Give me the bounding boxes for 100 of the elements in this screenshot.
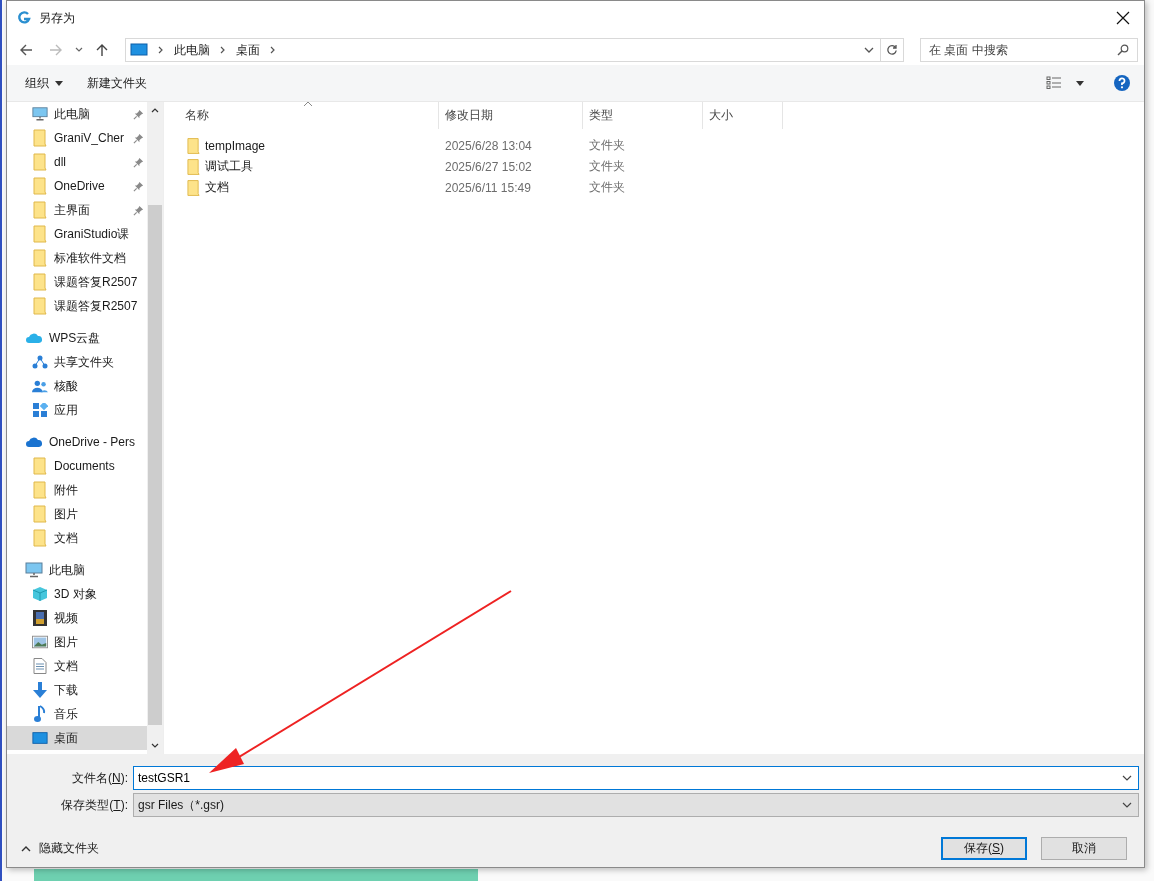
sidebar-item[interactable]: 下载 xyxy=(7,678,147,702)
refresh-icon xyxy=(886,44,898,56)
sidebar-item[interactable]: 此电脑 xyxy=(7,102,147,126)
breadcrumb-item[interactable]: 桌面 xyxy=(236,41,260,59)
folder-icon xyxy=(32,457,48,475)
sidebar-item[interactable]: 附件 xyxy=(7,478,147,502)
chevron-down-icon[interactable] xyxy=(864,47,874,53)
file-name[interactable]: 文档 xyxy=(205,179,229,196)
close-icon[interactable] xyxy=(1116,11,1130,25)
address-bar[interactable]: 此电脑 桌面 xyxy=(125,38,881,62)
chevron-down-icon[interactable] xyxy=(75,47,83,53)
sidebar-item[interactable]: 图片 xyxy=(7,630,147,654)
sidebar-item[interactable]: 标准软件文档 xyxy=(7,246,147,270)
search-field[interactable]: 在 桌面 中搜索 xyxy=(920,38,1138,62)
save-button[interactable]: 保存(S) xyxy=(941,837,1027,860)
sidebar-item[interactable]: OneDrive - Pers xyxy=(7,430,147,454)
new-folder-button[interactable]: 新建文件夹 xyxy=(79,70,155,96)
sidebar-item[interactable]: OneDrive xyxy=(7,174,147,198)
hide-folders-button[interactable]: 隐藏文件夹 xyxy=(19,838,101,859)
sidebar-item[interactable]: 音乐 xyxy=(7,702,147,726)
organize-menu-button[interactable]: 组织 xyxy=(17,70,71,96)
scrollbar-thumb[interactable] xyxy=(148,205,162,725)
search-icon xyxy=(1117,44,1129,56)
folder-icon xyxy=(32,481,48,499)
sidebar-item[interactable]: 此电脑 xyxy=(7,558,147,582)
file-type-dropdown[interactable]: gsr Files（*.gsr) xyxy=(133,793,1139,817)
sidebar-item[interactable]: WPS云盘 xyxy=(7,326,147,350)
sidebar-item[interactable]: 课题答复R2507 xyxy=(7,270,147,294)
chevron-down-icon xyxy=(1122,802,1132,808)
sidebar-item[interactable]: GraniV_Cher xyxy=(7,126,147,150)
monitor-icon xyxy=(32,106,48,122)
up-arrow-icon[interactable] xyxy=(95,43,109,57)
sidebar-item[interactable]: 文档 xyxy=(7,526,147,550)
desktop-icon xyxy=(32,731,48,745)
film-icon xyxy=(32,610,48,626)
cloud-icon xyxy=(25,332,43,344)
scroll-down-icon[interactable] xyxy=(151,743,159,748)
down-arrow-icon xyxy=(32,682,48,698)
monitor-icon xyxy=(25,562,43,578)
folder-icon xyxy=(32,249,48,267)
folder-icon xyxy=(32,129,48,147)
file-name-label: 文件名(N): xyxy=(71,769,129,787)
cloud-icon xyxy=(25,436,43,448)
sidebar-item[interactable]: 主界面 xyxy=(7,198,147,222)
modified-date: 2025/6/27 15:02 xyxy=(445,159,532,174)
sidebar-item[interactable]: 图片 xyxy=(7,502,147,526)
sidebar-item[interactable]: 课题答复R2507 xyxy=(7,294,147,318)
chevron-right-icon[interactable] xyxy=(220,46,226,54)
scroll-up-icon[interactable] xyxy=(151,108,159,113)
chevron-right-icon[interactable] xyxy=(158,46,164,54)
sidebar-item[interactable]: 桌面 xyxy=(7,726,147,750)
chevron-down-icon[interactable] xyxy=(1122,775,1132,781)
caret-icon[interactable] xyxy=(1076,80,1084,86)
folder-icon xyxy=(187,136,200,155)
sidebar-item[interactable]: 3D 对象 xyxy=(7,582,147,606)
sidebar-item[interactable]: 视频 xyxy=(7,606,147,630)
column-header[interactable]: 名称 xyxy=(164,102,439,129)
modified-date: 2025/6/11 15:49 xyxy=(445,180,531,195)
caret-icon xyxy=(55,80,63,86)
scrollbar[interactable] xyxy=(147,102,163,754)
file-type: 文件夹 xyxy=(589,179,625,196)
window-title: 另存为 xyxy=(39,9,75,27)
back-arrow-icon[interactable] xyxy=(19,43,33,57)
sidebar-item[interactable]: dll xyxy=(7,150,147,174)
file-name[interactable]: tempImage xyxy=(205,138,266,153)
column-header[interactable]: 大小 xyxy=(703,102,783,129)
cancel-button[interactable]: 取消 xyxy=(1041,837,1127,860)
music-note-icon xyxy=(32,705,48,723)
refresh-button[interactable] xyxy=(880,38,904,62)
sort-ascending-icon xyxy=(303,101,313,107)
file-type: 文件夹 xyxy=(589,137,625,154)
people-icon xyxy=(32,379,48,393)
file-name-field[interactable]: testGSR1 xyxy=(133,766,1139,790)
file-name[interactable]: 调试工具 xyxy=(205,158,253,175)
column-header[interactable]: 修改日期 xyxy=(439,102,583,129)
folder-icon xyxy=(32,273,48,291)
document-icon xyxy=(32,658,48,674)
cube-icon xyxy=(32,586,48,602)
apps-icon xyxy=(32,403,48,417)
folder-icon xyxy=(32,177,48,195)
folder-icon xyxy=(187,178,200,197)
view-options-icon[interactable] xyxy=(1046,76,1062,90)
folder-icon xyxy=(32,153,48,171)
folder-icon xyxy=(32,297,48,315)
folder-icon xyxy=(32,225,48,243)
help-icon[interactable] xyxy=(1114,75,1130,91)
sidebar-item[interactable]: 核酸 xyxy=(7,374,147,398)
file-type-label: 保存类型(T): xyxy=(60,796,129,814)
sidebar-item[interactable]: 文档 xyxy=(7,654,147,678)
folder-icon xyxy=(187,157,200,176)
folder-icon xyxy=(32,201,48,219)
folder-icon xyxy=(32,505,48,523)
sidebar-item[interactable]: 共享文件夹 xyxy=(7,350,147,374)
chevron-right-icon[interactable] xyxy=(270,46,276,54)
sidebar-item[interactable]: 应用 xyxy=(7,398,147,422)
monitor-icon xyxy=(130,43,148,57)
breadcrumb-item[interactable]: 此电脑 xyxy=(174,41,210,59)
sidebar-item[interactable]: GraniStudio课 xyxy=(7,222,147,246)
column-header[interactable]: 类型 xyxy=(583,102,703,129)
sidebar-item[interactable]: Documents xyxy=(7,454,147,478)
